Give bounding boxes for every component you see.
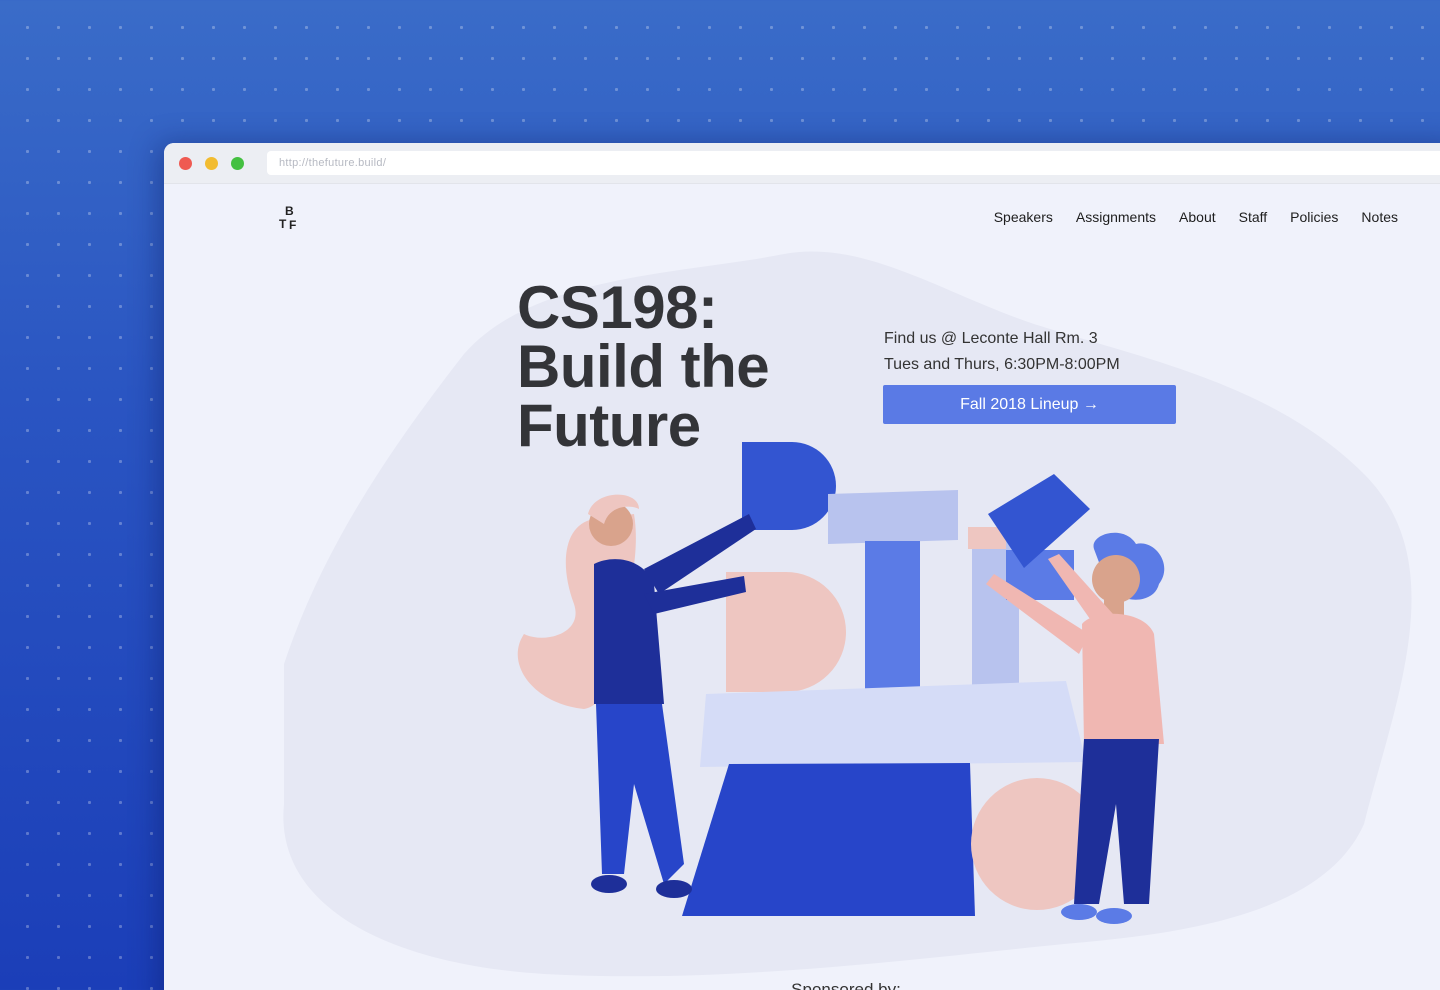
base-block: [682, 763, 975, 916]
minimize-window-button[interactable]: [205, 156, 218, 170]
maximize-window-button[interactable]: [231, 156, 244, 170]
browser-toolbar: http://thefuture.build/: [164, 143, 1440, 184]
sponsor-label: Sponsored by:: [791, 980, 901, 990]
browser-window: http://thefuture.build/ B T F Speakers A…: [164, 143, 1440, 990]
hero-illustration: [517, 442, 1165, 924]
address-bar[interactable]: http://thefuture.build/: [267, 151, 1440, 175]
letter-b-top-shape: [742, 442, 836, 530]
letter-t-stem: [865, 541, 920, 691]
page-content: B T F Speakers Assignments About Staff P…: [164, 184, 1440, 990]
platform-block: [700, 681, 1086, 767]
letter-t-bar: [828, 490, 958, 544]
close-window-button[interactable]: [179, 156, 192, 170]
